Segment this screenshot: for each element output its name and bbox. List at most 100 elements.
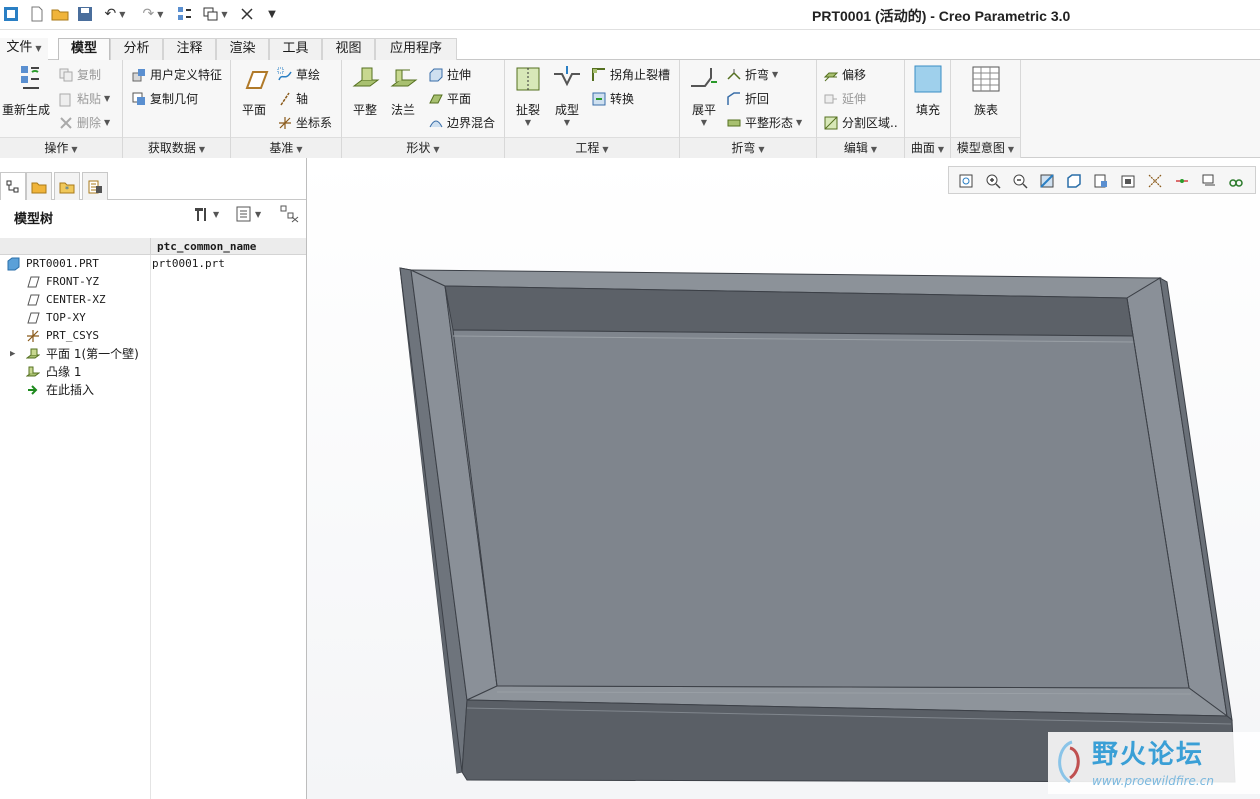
corner-relief-button[interactable]: 拐角止裂槽 xyxy=(591,66,670,83)
forum-watermark: 野火论坛 www.proewildfire.cn xyxy=(1048,732,1260,794)
save-icon[interactable] xyxy=(76,4,94,24)
offset-button[interactable]: 偏移 xyxy=(823,66,866,83)
delete-button[interactable]: 删除 ▼ xyxy=(58,114,110,131)
app-menu-icon[interactable] xyxy=(2,4,20,24)
favorites-tab-icon[interactable]: * xyxy=(54,172,80,200)
tree-row-insert-here[interactable]: 在此插入 xyxy=(0,381,306,399)
tab-applications[interactable]: 应用程序 xyxy=(375,38,457,60)
saved-orientations-icon[interactable] xyxy=(1090,170,1112,192)
copy-button[interactable]: 复制 xyxy=(58,66,101,83)
flat-pattern-button[interactable]: 平整形态 ▼ xyxy=(726,114,802,131)
new-file-icon[interactable] xyxy=(28,4,46,24)
group-surfaces-label[interactable]: 曲面 ▼ xyxy=(905,137,950,158)
datum-plane-icon xyxy=(27,294,40,306)
split-area-button[interactable]: 分割区域.. xyxy=(823,114,898,131)
display-style-icon[interactable] xyxy=(1063,170,1085,192)
family-table-button[interactable]: 族表 xyxy=(969,64,1003,118)
redo-icon[interactable]: ↷ ▼ xyxy=(138,4,168,24)
group-operations-label[interactable]: 操作 ▼ xyxy=(0,137,122,158)
expand-triangle-icon[interactable]: ▶ xyxy=(10,345,15,363)
group-get-data-label[interactable]: 获取数据 ▼ xyxy=(123,137,230,158)
spin-center-icon[interactable] xyxy=(1171,170,1193,192)
model-tree-tab-icon[interactable] xyxy=(0,172,26,200)
group-datum-label[interactable]: 基准 ▼ xyxy=(231,137,341,158)
tab-model[interactable]: 模型 xyxy=(58,38,110,61)
bend-button[interactable]: 折弯 ▼ xyxy=(726,66,778,83)
zoom-in-icon[interactable] xyxy=(982,170,1004,192)
bend-back-button[interactable]: 折回 xyxy=(726,90,769,107)
tree-settings-button[interactable]: ▼ xyxy=(192,205,219,223)
zoom-out-icon[interactable] xyxy=(1009,170,1031,192)
tree-filter-button[interactable] xyxy=(280,205,300,226)
tab-view[interactable]: 视图 xyxy=(322,38,375,60)
annotation-display-icon[interactable] xyxy=(1198,170,1220,192)
convert-button[interactable]: 转换 xyxy=(591,90,634,107)
flat-wall-button[interactable]: 平整 xyxy=(348,64,382,118)
open-folder-icon[interactable] xyxy=(51,4,69,24)
group-engineering-label[interactable]: 工程 ▼ xyxy=(505,137,679,158)
tree-row-center[interactable]: CENTER-XZ xyxy=(0,291,306,309)
corner-relief-icon xyxy=(592,67,605,81)
customize-toolbar-icon[interactable]: ▼ xyxy=(264,4,280,24)
group-model-intent-label[interactable]: 模型意图 ▼ xyxy=(951,137,1020,158)
navigator-panel: * 模型树 ▼ ▼ ptc_common_name PRT0001.PRT pr… xyxy=(0,158,307,799)
history-tab-icon[interactable] xyxy=(82,172,108,200)
tree-row-front[interactable]: FRONT-YZ xyxy=(0,273,306,291)
family-table-icon xyxy=(972,66,1000,92)
graphics-window[interactable] xyxy=(307,158,1260,799)
tab-analysis[interactable]: 分析 xyxy=(110,38,163,60)
group-get-data: 用户定义特征 复制几何 获取数据 ▼ xyxy=(123,60,231,158)
view-manager-icon[interactable] xyxy=(1117,170,1139,192)
tree-show-button[interactable]: ▼ xyxy=(236,205,261,223)
tree-row-top[interactable]: TOP-XY xyxy=(0,309,306,327)
shape-plane-button[interactable]: 平面 xyxy=(428,90,471,107)
unbend-button[interactable]: 展平 ▼ xyxy=(686,64,722,127)
group-bends-label[interactable]: 折弯 ▼ xyxy=(680,137,816,158)
folder-browser-tab-icon[interactable] xyxy=(26,172,52,200)
group-shapes-label[interactable]: 形状 ▼ xyxy=(342,137,504,158)
tab-render[interactable]: 渲染 xyxy=(216,38,269,60)
convert-icon xyxy=(592,92,606,105)
extend-button[interactable]: 延伸 xyxy=(823,90,866,107)
group-editing-label[interactable]: 编辑 ▼ xyxy=(817,137,904,158)
tree-row-part[interactable]: PRT0001.PRT prt0001.prt xyxy=(0,255,306,273)
datum-plane-button[interactable]: 平面 xyxy=(237,64,271,118)
tree-row-csys[interactable]: PRT_CSYS xyxy=(0,327,306,345)
datum-display-icon[interactable] xyxy=(1144,170,1166,192)
windows-icon[interactable]: ▼ xyxy=(200,4,230,24)
group-surfaces: 填充 曲面 ▼ xyxy=(905,60,951,158)
sheetmetal-tray-model[interactable] xyxy=(307,158,1260,799)
refit-icon[interactable] xyxy=(955,170,977,192)
tab-tools[interactable]: 工具 xyxy=(269,38,322,60)
udf-button[interactable]: 用户定义特征 xyxy=(131,66,222,83)
tab-annotate[interactable]: 注释 xyxy=(163,38,216,60)
extrude-button[interactable]: 拉伸 xyxy=(428,66,471,83)
undo-icon[interactable]: ↶ ▼ xyxy=(100,4,130,24)
form-button[interactable]: 成型 ▼ xyxy=(549,64,585,127)
tree-row-flange[interactable]: 凸缘 1 xyxy=(0,363,306,381)
flange-wall-icon xyxy=(390,69,418,87)
copy-geometry-button[interactable]: 复制几何 xyxy=(131,90,198,107)
coordinate-system-icon xyxy=(27,330,39,342)
unbend-icon xyxy=(691,68,717,87)
tree-row-flat-wall[interactable]: ▶ 平面 1(第一个壁) xyxy=(0,345,306,363)
regenerate-quick-icon[interactable] xyxy=(176,4,194,24)
window-title: PRT0001 (活动的) - Creo Parametric 3.0 xyxy=(812,8,1071,24)
column-ptc-common-name[interactable]: ptc_common_name xyxy=(150,238,306,255)
tab-file[interactable]: 文件 ▼ xyxy=(0,38,48,60)
csys-button[interactable]: 坐标系 xyxy=(277,114,332,131)
tree-column-header: ptc_common_name xyxy=(0,238,306,255)
repaint-icon[interactable] xyxy=(1036,170,1058,192)
axis-button[interactable]: 轴 xyxy=(277,90,308,107)
part-icon xyxy=(7,257,20,271)
flange-wall-button[interactable]: 法兰 xyxy=(386,64,420,118)
flat-wall-icon xyxy=(26,348,40,359)
regenerate-button[interactable]: 重新生成 xyxy=(2,64,50,118)
boundary-blend-button[interactable]: 边界混合 xyxy=(428,114,495,131)
rip-button[interactable]: 扯裂 ▼ xyxy=(511,64,545,127)
close-window-icon[interactable] xyxy=(238,4,256,24)
sketch-button[interactable]: 草绘 xyxy=(277,66,320,83)
appearance-icon[interactable] xyxy=(1225,170,1247,192)
paste-button[interactable]: 粘贴 ▼ xyxy=(58,90,110,107)
fill-button[interactable]: 填充 xyxy=(911,64,945,118)
